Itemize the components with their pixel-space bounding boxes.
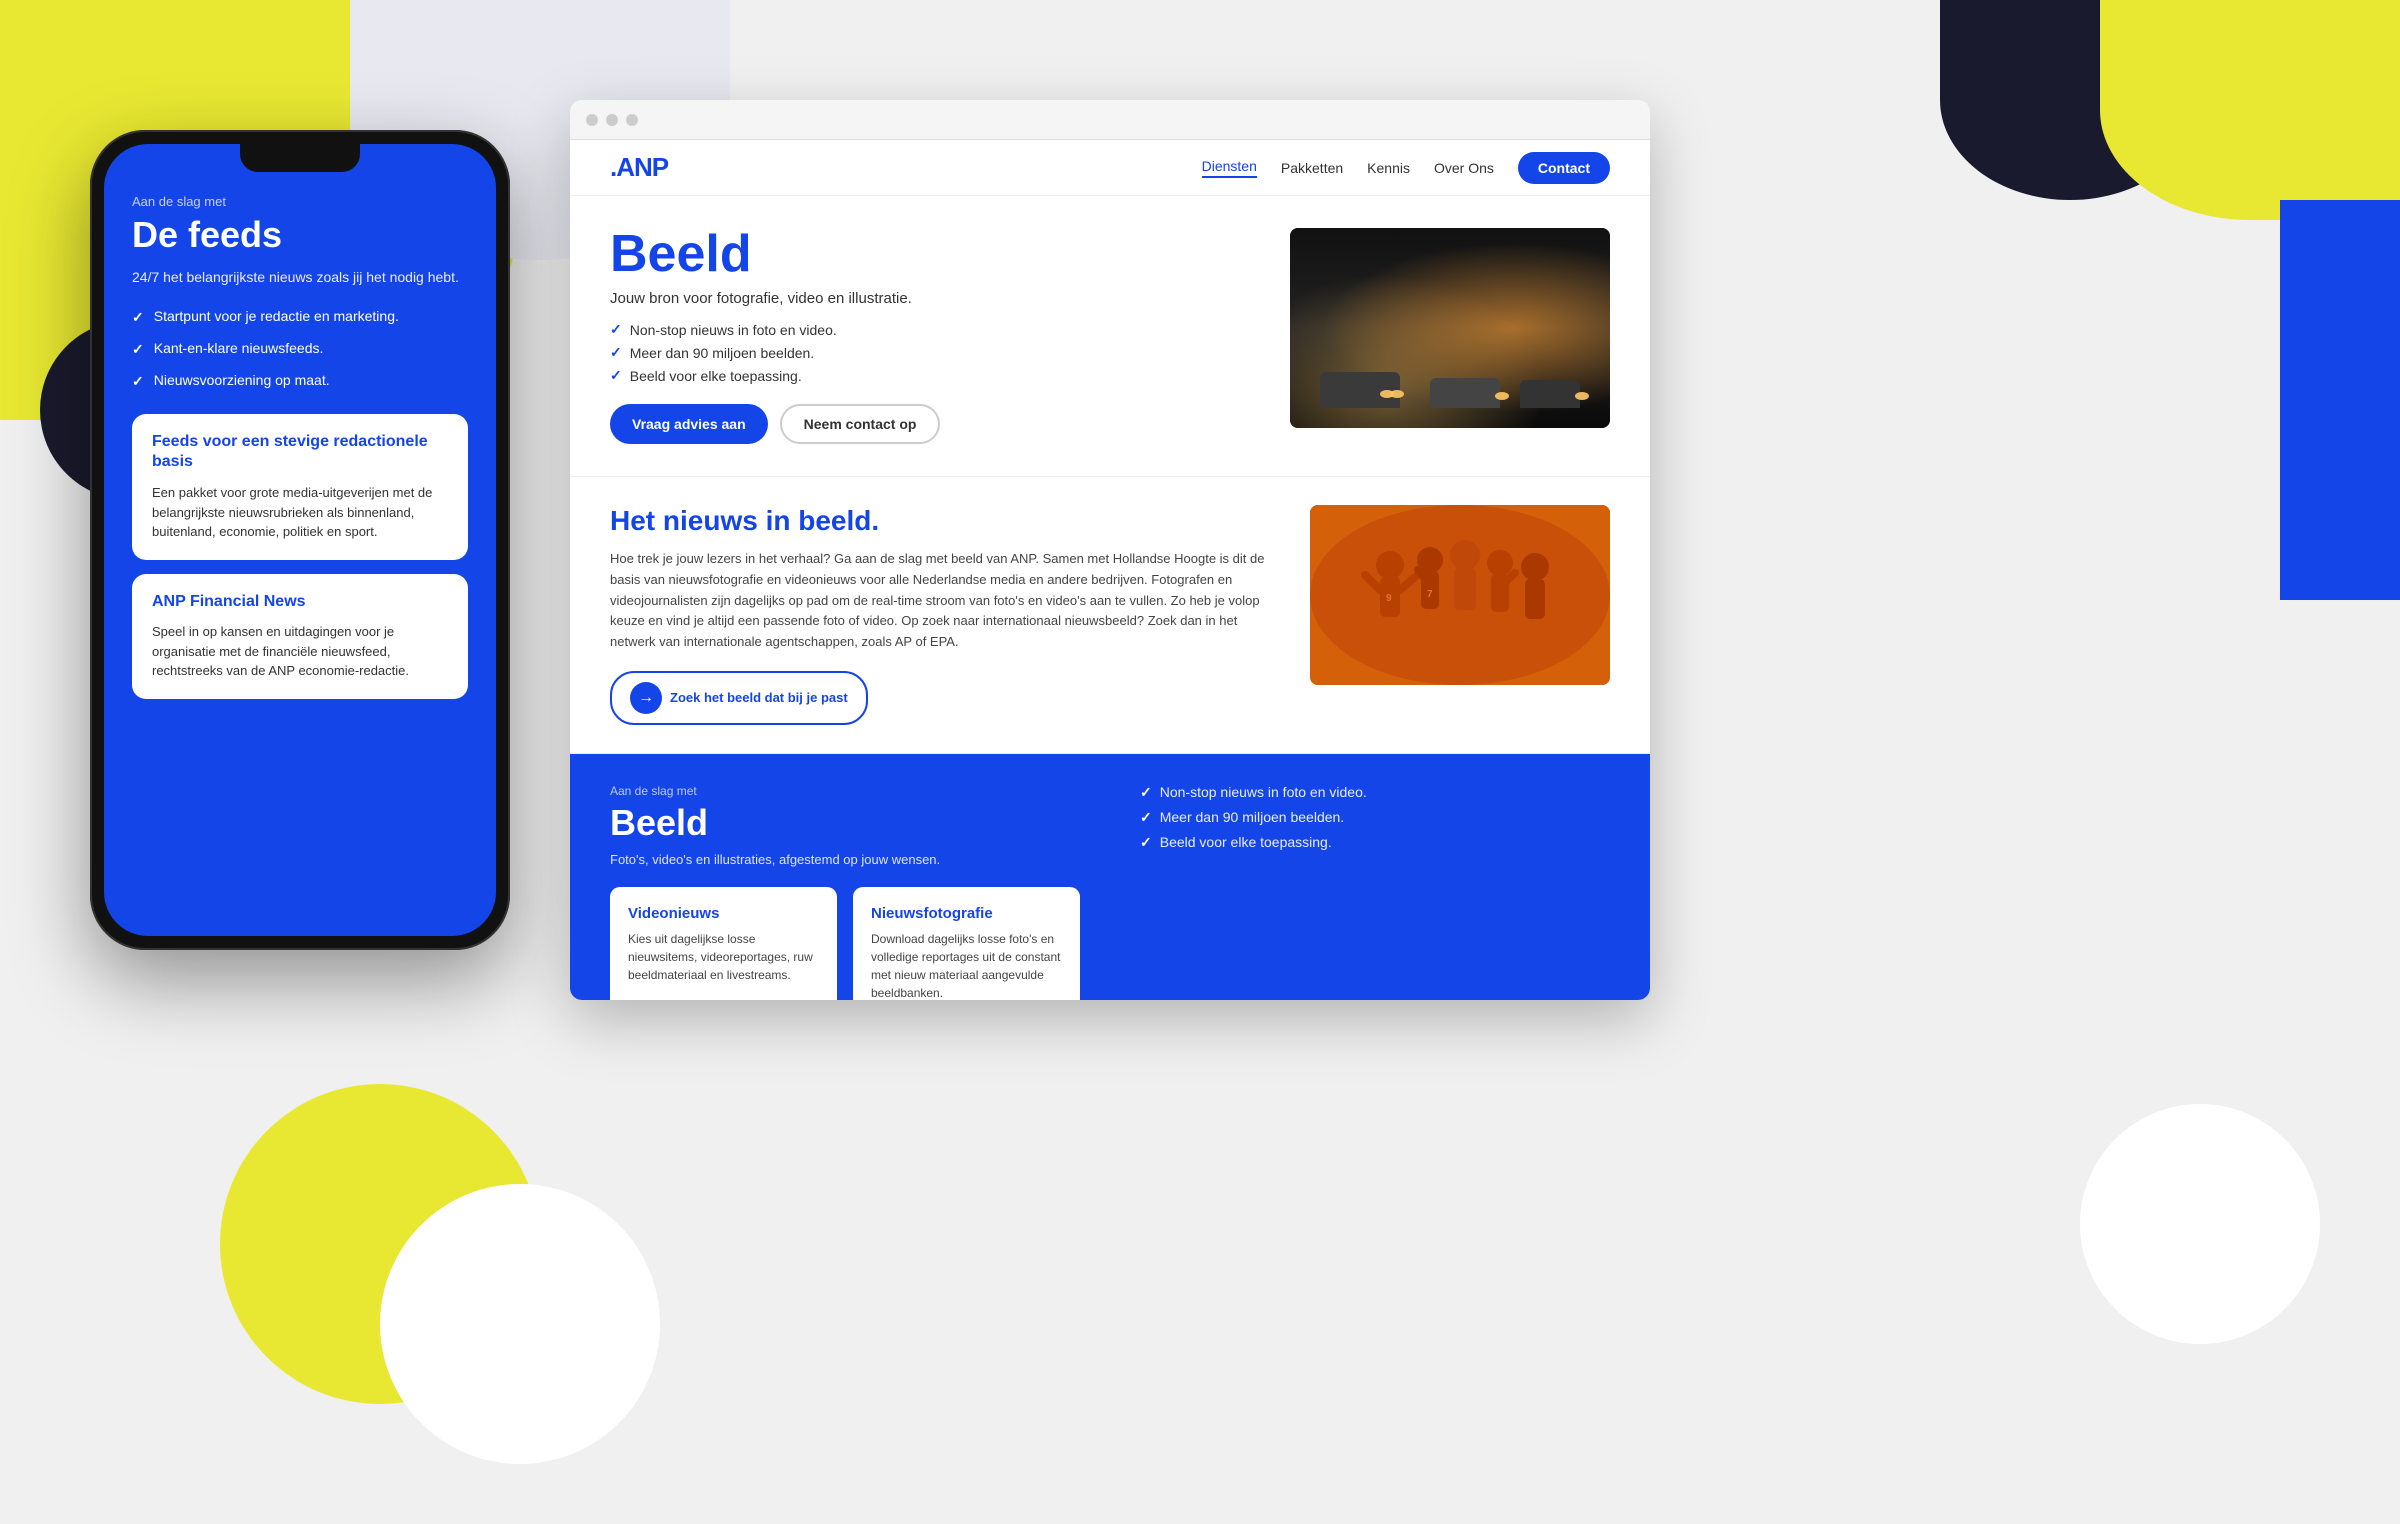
blue-card-2-text: Download dagelijks losse foto's en volle… [871, 930, 1062, 1000]
browser-dot-yellow [606, 114, 618, 126]
bg-white-circle [380, 1184, 660, 1464]
nav-link-over-ons[interactable]: Over Ons [1434, 160, 1494, 176]
arrow-icon: → [630, 682, 662, 714]
anp-blue-cards: Videonieuws Kies uit dagelijkse losse ni… [610, 887, 1080, 1000]
hero-subtitle: Jouw bron voor fotografie, video en illu… [610, 290, 1260, 307]
section-link-button[interactable]: → Zoek het beeld dat bij je past [610, 671, 868, 725]
anp-hero-section: Beeld Jouw bron voor fotografie, video e… [570, 196, 1650, 477]
hero-image [1290, 228, 1610, 428]
phone-title: De feeds [132, 215, 468, 255]
anp-hero-content: Beeld Jouw bron voor fotografie, video e… [610, 228, 1260, 444]
blue-check-3: Beeld voor elke toepassing. [1140, 834, 1610, 851]
phone-card-2: ANP Financial News Speel in op kansen en… [132, 574, 468, 699]
nav-link-diensten[interactable]: Diensten [1202, 158, 1257, 178]
anp-blue-section: Aan de slag met Beeld Foto's, video's en… [570, 754, 1650, 1000]
browser-dot-red [586, 114, 598, 126]
soccer-svg: 9 7 [1310, 505, 1610, 685]
phone-card-2-text: Speel in op kansen en uitdagingen voor j… [152, 622, 448, 681]
blue-card-1-title: Videonieuws [628, 905, 819, 922]
hero-buttons: Vraag advies aan Neem contact op [610, 404, 1260, 444]
anp-blue-layout: Aan de slag met Beeld Foto's, video's en… [610, 784, 1610, 1000]
nav-link-pakketten[interactable]: Pakketten [1281, 160, 1343, 176]
section-link-label: Zoek het beeld dat bij je past [670, 690, 848, 705]
anp-blue-right: Non-stop nieuws in foto en video. Meer d… [1140, 784, 1610, 1000]
blue-desc: Foto's, video's en illustraties, afgeste… [610, 852, 1080, 867]
phone-card-1: Feeds voor een stevige redactionele basi… [132, 414, 468, 560]
nav-link-kennis[interactable]: Kennis [1367, 160, 1410, 176]
blue-check-1: Non-stop nieuws in foto en video. [1140, 784, 1610, 801]
bg-yellow-top-right [2100, 0, 2400, 220]
bg-blue-right [2280, 200, 2400, 600]
hero-checklist: Non-stop nieuws in foto en video. Meer d… [610, 321, 1260, 384]
browser-mockup: .ANP Diensten Pakketten Kennis Over Ons … [570, 100, 1650, 1000]
blue-checklist: Non-stop nieuws in foto en video. Meer d… [1140, 784, 1610, 851]
phone-card-2-title: ANP Financial News [152, 592, 448, 613]
phone-mockup: Aan de slag met De feeds 24/7 het belang… [90, 130, 510, 950]
svg-text:7: 7 [1427, 589, 1433, 600]
soccer-img-bg: 9 7 [1310, 505, 1610, 685]
phone-card-1-text: Een pakket voor grote media-uitgeverijen… [152, 483, 448, 542]
phone-card-1-title: Feeds voor een stevige redactionele basi… [152, 432, 448, 474]
phone-outer: Aan de slag met De feeds 24/7 het belang… [90, 130, 510, 950]
anp-section-middle: Het nieuws in beeld. Hoe trek je jouw le… [570, 477, 1650, 754]
phone-checklist: Startpunt voor je redactie en marketing.… [132, 308, 468, 390]
hero-primary-button[interactable]: Vraag advies aan [610, 404, 768, 444]
hero-check-2: Meer dan 90 miljoen beelden. [610, 344, 1260, 361]
section-text: Hoe trek je jouw lezers in het verhaal? … [610, 549, 1280, 653]
anp-logo: .ANP [610, 152, 668, 183]
hero-img-trucks [1310, 328, 1590, 408]
anp-nav: .ANP Diensten Pakketten Kennis Over Ons … [570, 140, 1650, 196]
hero-check-1: Non-stop nieuws in foto en video. [610, 321, 1260, 338]
blue-card-2-title: Nieuwsfotografie [871, 905, 1062, 922]
nav-contact-button[interactable]: Contact [1518, 152, 1610, 184]
blue-check-2: Meer dan 90 miljoen beelden. [1140, 809, 1610, 826]
phone-notch [240, 144, 360, 172]
hero-check-3: Beeld voor elke toepassing. [610, 367, 1260, 384]
blue-title: Beeld [610, 802, 1080, 844]
bg-white-right-circle [2080, 1104, 2320, 1344]
blue-card-1: Videonieuws Kies uit dagelijkse losse ni… [610, 887, 837, 1000]
hero-title: Beeld [610, 228, 1260, 280]
section-title: Het nieuws in beeld. [610, 505, 1280, 537]
hero-outline-button[interactable]: Neem contact op [780, 404, 941, 444]
svg-text:9: 9 [1386, 593, 1392, 604]
phone-description: 24/7 het belangrijkste nieuws zoals jij … [132, 267, 468, 288]
blue-card-2: Nieuwsfotografie Download dagelijks loss… [853, 887, 1080, 1000]
phone-content: Aan de slag met De feeds 24/7 het belang… [104, 144, 496, 936]
phone-label: Aan de slag met [132, 194, 468, 209]
anp-nav-links: Diensten Pakketten Kennis Over Ons Conta… [1202, 152, 1610, 184]
section-content: Het nieuws in beeld. Hoe trek je jouw le… [610, 505, 1280, 725]
blue-card-1-text: Kies uit dagelijkse losse nieuwsitems, v… [628, 930, 819, 984]
browser-dot-green [626, 114, 638, 126]
phone-check-1: Startpunt voor je redactie en marketing. [132, 308, 468, 326]
anp-blue-left: Aan de slag met Beeld Foto's, video's en… [610, 784, 1080, 1000]
browser-toolbar [570, 100, 1650, 140]
phone-screen: Aan de slag met De feeds 24/7 het belang… [104, 144, 496, 936]
blue-label: Aan de slag met [610, 784, 1080, 798]
section-image: 9 7 [1310, 505, 1610, 685]
phone-check-2: Kant-en-klare nieuwsfeeds. [132, 340, 468, 358]
phone-check-3: Nieuwsvoorziening op maat. [132, 372, 468, 390]
browser-body: .ANP Diensten Pakketten Kennis Over Ons … [570, 140, 1650, 1000]
